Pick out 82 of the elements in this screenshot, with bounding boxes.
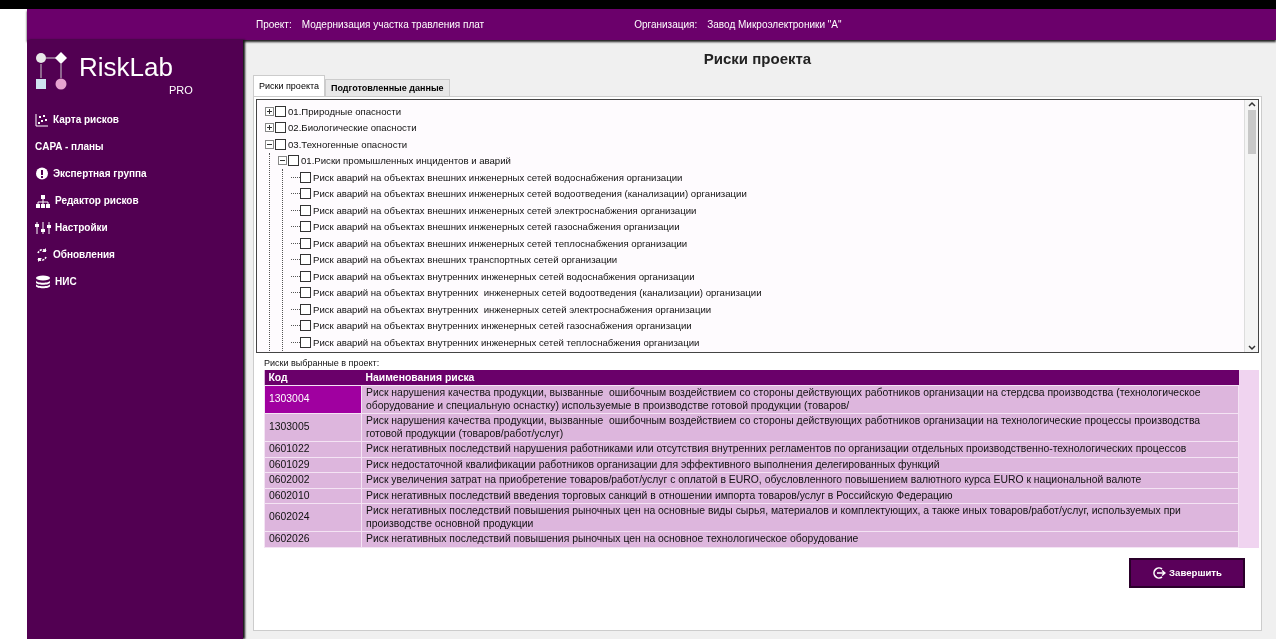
sidebar-item[interactable]: Редактор рисков bbox=[35, 187, 139, 214]
checkbox[interactable] bbox=[300, 237, 311, 249]
table-cell[interactable]: 0601029 bbox=[264, 457, 362, 473]
table-cell[interactable]: Риск нарушения качества продукции, вызванные ошибочным воздействием со стороны действующих работников организации на стердсва производства (технологическое оборудование и специальную оснастку) используемые в производстве готовой продукции (товаров/ bbox=[361, 385, 1239, 414]
tree-item[interactable]: 01.Риски промышленных инцидентов и аварий bbox=[301, 155, 511, 167]
table-cell[interactable]: 0602024 bbox=[264, 503, 362, 532]
checkbox[interactable] bbox=[300, 270, 311, 282]
table-cell[interactable]: 1303005 bbox=[264, 413, 362, 442]
tree-item[interactable]: Риск аварий на объектах внешних транспортных сетей организации bbox=[313, 254, 618, 266]
sidebar-item[interactable]: Обновления bbox=[35, 241, 115, 268]
column-header: Наименования риска bbox=[361, 370, 1239, 386]
checkbox[interactable] bbox=[300, 254, 311, 266]
logo-icon bbox=[35, 52, 69, 90]
table-cell[interactable]: 0601022 bbox=[264, 441, 362, 457]
sidebar-item[interactable]: CAPA - планы bbox=[35, 133, 104, 160]
hierarchy-icon bbox=[35, 193, 51, 208]
page-title: Риски проекта bbox=[703, 50, 812, 67]
scrollbar-thumb[interactable] bbox=[1247, 110, 1256, 154]
checkbox[interactable] bbox=[300, 171, 311, 183]
tree-item[interactable]: Риск аварий на объектах внутренних инженерных сетей водоотведения (канализации) организации bbox=[313, 287, 762, 299]
sidebar-item[interactable]: Экспертная группа bbox=[35, 160, 147, 187]
section-label: Риски выбранные в проект: bbox=[264, 358, 381, 368]
logo-suffix: PRO bbox=[168, 84, 193, 96]
finish-button[interactable]: Завершить bbox=[1129, 557, 1245, 588]
sidebar-item[interactable]: НИС bbox=[35, 268, 77, 295]
checkbox[interactable] bbox=[275, 122, 286, 134]
table-cell[interactable]: 0602026 bbox=[264, 531, 362, 547]
tree-item[interactable]: Риск аварий на объектах внутренних инженерных сетей электроснабжения организации bbox=[313, 303, 712, 315]
table-cell[interactable]: Риск увеличения затрат на приобретение товаров/работ/услуг с оплатой в EURO, обусловленного повышением валютного курса EURO к национальной валюте bbox=[361, 472, 1239, 488]
collapse-icon[interactable] bbox=[278, 156, 287, 166]
sidebar-item[interactable]: Настройки bbox=[35, 214, 108, 241]
checkbox[interactable] bbox=[300, 287, 311, 299]
table-cell[interactable]: 0602010 bbox=[264, 488, 362, 504]
table-cell[interactable]: Риск негативных последствий введения торговых санкций в отношении импорта товаров/услуг в Российскую Федерацию bbox=[361, 488, 1239, 504]
project-name: Модернизация участка травления плат bbox=[301, 19, 485, 30]
checkbox[interactable] bbox=[275, 138, 286, 150]
checkbox[interactable] bbox=[300, 320, 311, 332]
tree-item[interactable]: Риск аварий на объектах внутренних инженерных сетей водоснабжения организации bbox=[313, 270, 695, 282]
scrollbar[interactable] bbox=[1244, 100, 1258, 352]
tab[interactable]: Подготовленные данные bbox=[324, 79, 450, 96]
checkbox[interactable] bbox=[300, 303, 311, 315]
sidebar-item[interactable]: Карта рисков bbox=[35, 106, 119, 133]
database-icon bbox=[35, 274, 51, 289]
expand-icon[interactable] bbox=[265, 106, 274, 116]
exclamation-icon bbox=[35, 166, 49, 181]
refresh-icon bbox=[35, 247, 49, 262]
grid-chart-icon bbox=[35, 112, 49, 127]
tab[interactable]: Риски проекта bbox=[253, 75, 325, 96]
tree-item[interactable]: 01.Природные опасности bbox=[288, 105, 402, 117]
scroll-up-icon[interactable] bbox=[1247, 100, 1256, 108]
sliders-icon bbox=[35, 220, 51, 235]
checkbox[interactable] bbox=[300, 221, 311, 233]
project-label: Проект: bbox=[256, 19, 292, 30]
tree-item[interactable]: Риск аварий на объектах внешних инженерных сетей водоотведения (канализации) организации bbox=[313, 188, 747, 200]
tree-item[interactable]: Риск аварий на объектах внешних инженерных сетей электроснабжения организации bbox=[313, 204, 697, 216]
checkbox[interactable] bbox=[288, 155, 299, 167]
table-cell[interactable]: Риск негативных последствий повышения рыночных цен на основное технологическое оборудование bbox=[361, 531, 1239, 547]
organization-label: Организация: bbox=[634, 19, 698, 30]
organization-name: Завод Микроэлектроники "А" bbox=[707, 19, 842, 30]
checkbox[interactable] bbox=[300, 204, 311, 216]
tree-item[interactable]: Риск аварий на объектах внешних инженерных сетей теплоснабжения организации bbox=[313, 237, 688, 249]
scroll-down-icon[interactable] bbox=[1247, 344, 1256, 352]
expand-icon[interactable] bbox=[265, 123, 274, 133]
tree-item[interactable]: Риск аварий на объектах внутренних инженерных сетей теплоснабжения организации bbox=[313, 336, 700, 348]
tree-item[interactable]: Риск аварий на объектах внешних инженерных сетей водоснабжения организации bbox=[313, 171, 683, 183]
table-cell[interactable]: 0602002 bbox=[264, 472, 362, 488]
logo-text: RiskLab bbox=[79, 52, 173, 82]
table-cell[interactable]: 1303004 bbox=[264, 385, 362, 414]
checkbox[interactable] bbox=[300, 336, 311, 348]
table-cell[interactable]: Риск негативных последствий повышения рыночных цен на основные виды сырья, материалов и комплектующих, а также иных товаров/работ/услуг, используемых при производстве основной продукции bbox=[361, 503, 1239, 532]
tree-item[interactable]: 03.Техногенные опасности bbox=[288, 138, 408, 150]
checkbox[interactable] bbox=[300, 188, 311, 200]
table-cell[interactable]: Риск нарушения качества продукции, вызванные ошибочным воздействием со стороны действующих работников организации на технологические процессы производства готовой продукции (товаров/работ/услуг) bbox=[361, 413, 1239, 442]
tree-item[interactable]: Риск аварий на объектах внешних инженерных сетей газоснабжения организации bbox=[313, 221, 680, 233]
tree-item[interactable]: 02.Биологические опасности bbox=[288, 122, 417, 134]
column-header: Код bbox=[264, 370, 362, 386]
exit-icon bbox=[1152, 565, 1167, 580]
checkbox[interactable] bbox=[275, 105, 286, 117]
table-cell[interactable]: Риск негативных последствий нарушения работниками или отсутствия внутренних регламентов по организации отдельных производственно-технологических процессов bbox=[361, 441, 1239, 457]
collapse-icon[interactable] bbox=[265, 139, 274, 149]
tree-item[interactable]: Риск аварий на объектах внутренних инженерных сетей газоснабжения организации bbox=[313, 320, 692, 332]
table-cell[interactable]: Риск недостаточной квалификации работников организации для эффективного выполнения делегированных функций bbox=[361, 457, 1239, 473]
